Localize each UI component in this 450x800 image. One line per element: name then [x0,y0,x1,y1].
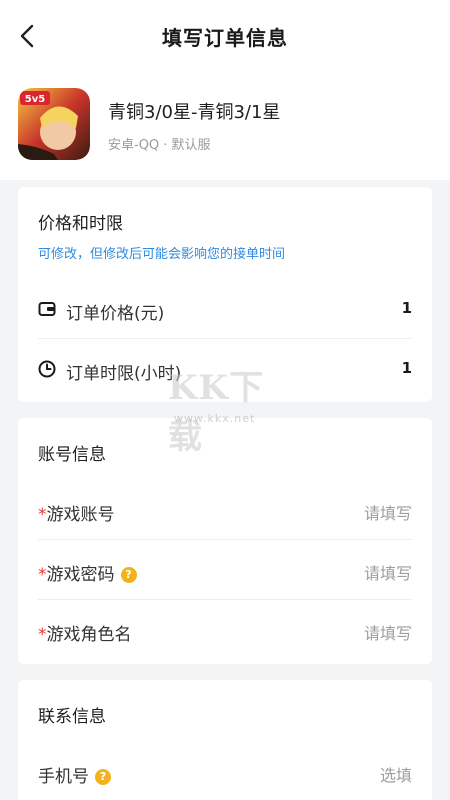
game-server: 安卓-QQ · 默认服 [108,138,211,153]
help-icon[interactable]: ? [95,769,111,785]
game-icon: 5v5 [18,88,90,160]
game-summary: 5v5 青铜3/0星-青铜3/1星 安卓-QQ · 默认服 [18,88,432,164]
help-icon[interactable]: ? [120,567,137,583]
phone-label: 手机号? [38,762,111,787]
page-title: 填写订单信息 [162,26,288,50]
game-role-input[interactable]: 请填写 [364,620,412,644]
order-price-value[interactable]: 1 [402,299,412,317]
price-card: 价格和时限 可修改，但修改后可能会影响您的接单时间 订单价格(元) 1 订单时限… [18,187,432,402]
nav-bar: 填写订单信息 [0,0,450,72]
required-mark: * [38,505,47,525]
required-mark: * [38,565,47,585]
game-account-label: *游戏账号 [38,505,115,525]
account-card: 账号信息 *游戏账号 请填写 *游戏密码? 请填写 *游戏角色名 请填写 [18,418,432,664]
clock-icon [38,360,56,378]
order-price-row[interactable]: 订单价格(元) 1 [38,279,412,339]
order-timelimit-row[interactable]: 订单时限(小时) 1 [38,339,412,399]
account-section-title: 账号信息 [38,445,106,465]
price-hint: 可修改，但修改后可能会影响您的接单时间 [38,247,286,262]
game-password-row[interactable]: *游戏密码? 请填写 [38,540,412,600]
order-timelimit-value[interactable]: 1 [402,359,412,377]
game-account-row[interactable]: *游戏账号 请填写 [38,480,412,540]
order-price-label: 订单价格(元) [66,304,165,324]
game-account-input[interactable]: 请填写 [364,500,412,524]
game-password-input[interactable]: 请填写 [364,560,412,584]
game-role-label: *游戏角色名 [38,625,132,645]
phone-input[interactable]: 选填 [380,762,412,786]
contact-card: 联系信息 手机号? 选填 [18,680,432,800]
game-password-label: *游戏密码? [38,560,137,585]
price-section-title: 价格和时限 [38,214,123,234]
contact-section-title: 联系信息 [38,707,106,727]
game-role-row[interactable]: *游戏角色名 请填写 [38,600,412,660]
order-timelimit-label: 订单时限(小时) [66,364,182,384]
game-name: 青铜3/0星-青铜3/1星 [108,102,281,123]
phone-row[interactable]: 手机号? 选填 [38,742,412,800]
game-icon-badge: 5v5 [25,94,45,105]
header-area: 填写订单信息 5v5 青铜3/0星-青铜3/1星 安卓-QQ · 默认服 [0,0,450,180]
required-mark: * [38,625,47,645]
wallet-icon [38,302,56,316]
